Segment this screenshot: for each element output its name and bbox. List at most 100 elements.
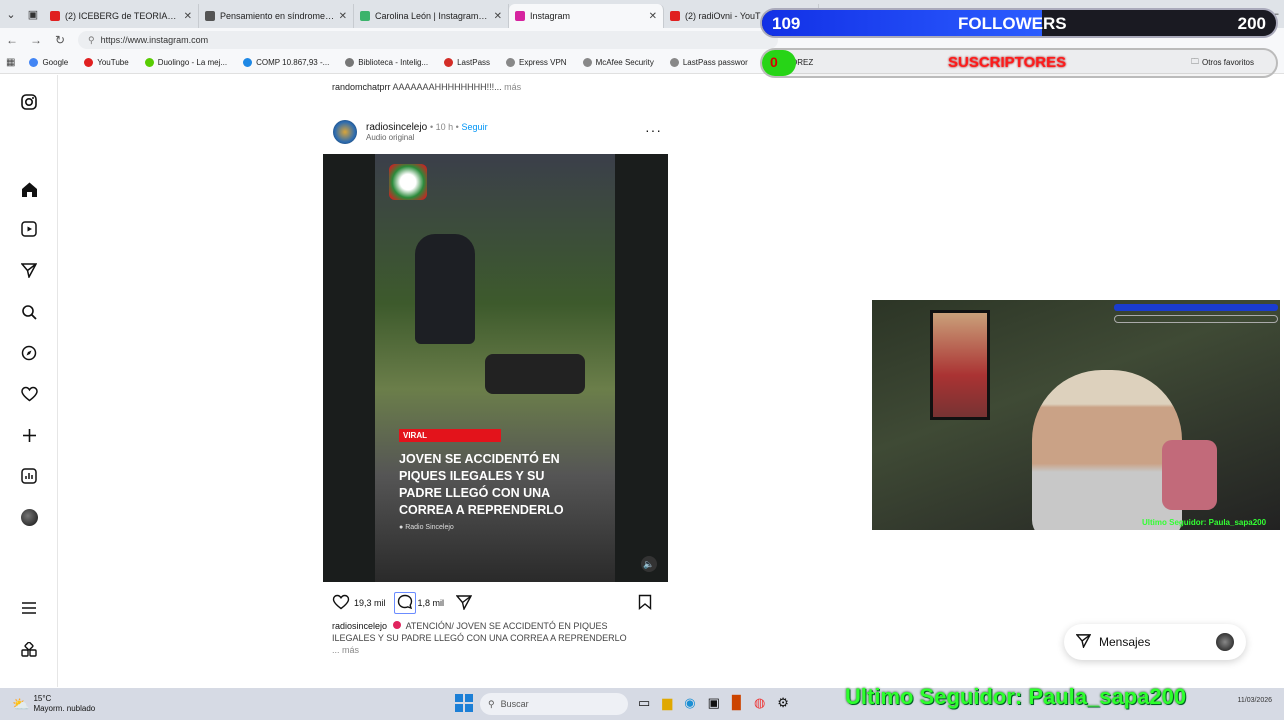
cam-last-follower: Ultimo Seguidor: Paula_sapa200	[1142, 518, 1267, 527]
followers-bar: 109 FOLLOWERS 200	[760, 8, 1278, 38]
video-figure	[415, 234, 475, 344]
tab-title: Instagram	[530, 11, 571, 21]
caption-username[interactable]: randomchatprr	[332, 82, 391, 92]
home-icon[interactable]	[19, 179, 39, 199]
direct-messages-icon	[1075, 633, 1092, 651]
dashboard-icon[interactable]	[19, 466, 39, 486]
taskbar-search[interactable]: ⚲ Buscar	[480, 693, 628, 715]
also-from-meta-icon[interactable]	[19, 640, 39, 660]
post-options-icon[interactable]: ···	[645, 122, 662, 138]
post-header: radiosincelejo • 10 h • Seguir Audio ori…	[366, 122, 488, 142]
post-audio[interactable]: Audio original	[366, 133, 488, 142]
share-icon[interactable]	[455, 594, 473, 612]
url-field[interactable]: ⚲ https://www.instagram.com	[78, 31, 778, 49]
followers-goal: 200	[1237, 14, 1266, 33]
browser-tab[interactable]: Carolina León | Instagram | Linkt ✕	[354, 4, 509, 28]
bookmark-item[interactable]: COMP 10.867,93 -...	[243, 58, 329, 67]
bookmark-item[interactable]: Duolingo - La mej...	[144, 58, 227, 67]
post-username[interactable]: radiosincelejo	[366, 122, 427, 133]
bookmark-label: McAfee Security	[595, 58, 654, 67]
file-explorer-icon[interactable]: ▆	[662, 695, 672, 711]
tab-title: Pensamiento en síndrome de Do	[220, 11, 335, 21]
bookmark-label: YouTube	[97, 58, 129, 67]
previous-post-caption: randomchatprr AAAAAAAHHHHHHHH!!!... más	[332, 82, 521, 92]
comment-icon[interactable]	[393, 592, 416, 614]
comments-count[interactable]: 1,8 mil	[418, 598, 445, 608]
bookmark-item[interactable]: LastPass	[444, 58, 490, 67]
browser-tab[interactable]: Pensamiento en síndrome de Do ✕	[199, 4, 354, 28]
back-icon[interactable]: ←	[0, 33, 24, 47]
instagram-logo-icon[interactable]	[19, 92, 39, 112]
chrome-icon[interactable]: ◍	[754, 695, 765, 711]
tab-close-icon[interactable]: ✕	[494, 11, 502, 22]
messages-button[interactable]: Mensajes	[1064, 624, 1246, 660]
bookmark-favicon-icon	[506, 58, 516, 67]
forward-icon[interactable]: →	[24, 33, 48, 47]
bookmark-favicon-icon	[84, 58, 94, 67]
more-menu-icon[interactable]	[19, 598, 39, 618]
browser-tab[interactable]: (2) ICEBERG de TEORIAS IMPACTA ✕	[44, 4, 199, 28]
post-video[interactable]: VIRAL JOVEN SE ACCIDENTÓ EN PIQUES ILEGA…	[323, 154, 668, 582]
url-text: https://www.instagram.com	[100, 35, 209, 45]
tab-close-icon[interactable]: ✕	[339, 11, 347, 22]
bookmark-item[interactable]: Express VPN	[506, 58, 567, 67]
save-bookmark-icon[interactable]	[638, 594, 652, 612]
bookmark-favicon-icon	[345, 58, 355, 67]
store-icon[interactable]: ▣	[708, 695, 720, 711]
direct-messages-icon[interactable]	[19, 260, 39, 280]
followers-label: FOLLOWERS	[958, 14, 1067, 33]
instagram-sidebar	[0, 75, 58, 687]
site-info-icon[interactable]: ⚲	[88, 35, 95, 46]
subscribers-label: SUSCRIPTORES	[948, 54, 1067, 71]
post-caption: radiosincelejo ATENCIÓN/ JOVEN SE ACCIDE…	[332, 620, 642, 656]
search-icon[interactable]	[19, 302, 39, 322]
tab-title: (2) ICEBERG de TEORIAS IMPACTA	[65, 11, 180, 21]
browser-tab[interactable]: Instagram ✕	[509, 4, 664, 28]
settings-icon[interactable]: ⚙	[777, 695, 789, 711]
caption-more-link[interactable]: más	[504, 82, 521, 92]
reload-icon[interactable]: ↻	[48, 33, 72, 47]
edge-icon[interactable]: ◉	[684, 695, 695, 711]
bookmark-item[interactable]: McAfee Security	[582, 58, 654, 67]
cam-followers-bar	[1114, 304, 1278, 311]
bookmark-label: COMP 10.867,93 -...	[256, 58, 330, 67]
tab-close-icon[interactable]: ✕	[184, 11, 192, 22]
weather-temp: 15°C	[33, 694, 52, 703]
caption-username[interactable]: radiosincelejo	[332, 621, 387, 631]
likes-count[interactable]: 19,3 mil	[354, 598, 386, 608]
create-plus-icon[interactable]	[19, 425, 39, 445]
bookmark-item[interactable]: LastPass passwor	[669, 58, 748, 67]
follow-button[interactable]: Seguir	[462, 122, 488, 132]
bookmark-favicon-icon	[243, 58, 253, 67]
pdf-icon[interactable]: ▉	[732, 695, 742, 711]
profile-avatar[interactable]	[19, 507, 39, 527]
like-heart-icon[interactable]	[332, 594, 350, 612]
apps-icon[interactable]: ▦	[6, 57, 15, 68]
post-author-avatar[interactable]	[333, 120, 357, 144]
bookmark-item[interactable]: Google	[29, 58, 68, 67]
notifications-heart-icon[interactable]	[19, 384, 39, 404]
bookmark-item[interactable]: YouTube	[84, 58, 129, 67]
explore-icon[interactable]	[19, 343, 39, 363]
messages-avatar	[1216, 633, 1234, 651]
bookmark-label: Google	[42, 58, 69, 67]
stream-overlay: 109 FOLLOWERS 200 0 SUSCRIPTORES	[760, 8, 1278, 78]
bookmark-label: Express VPN	[519, 58, 567, 67]
subscribers-count: 0	[770, 54, 778, 70]
taskbar-apps: ▭ ▆ ◉ ▣ ▉ ◍ ⚙	[638, 695, 789, 711]
followers-count: 109	[772, 14, 801, 33]
tab-list-icon[interactable]: ⌄	[0, 0, 22, 28]
weather-widget[interactable]: ⛅ 15°C Mayorm. nublado	[12, 694, 95, 714]
mute-icon[interactable]: 🔈	[641, 556, 657, 572]
webcam-feed: Ultimo Seguidor: Paula_sapa200	[872, 300, 1280, 530]
caption-more-link[interactable]: ... más	[332, 644, 642, 656]
video-headline: JOVEN SE ACCIDENTÓ EN PIQUES ILEGALES Y …	[399, 452, 564, 517]
tab-title: Carolina León | Instagram | Linkt	[375, 11, 490, 21]
bookmark-item[interactable]: Biblioteca - Intelig...	[345, 58, 428, 67]
reels-icon[interactable]	[19, 219, 39, 239]
task-view-icon[interactable]: ▭	[638, 695, 650, 711]
workspace-icon[interactable]: ▣	[22, 0, 44, 28]
tab-close-icon[interactable]: ✕	[649, 11, 657, 22]
radio-sincelejo-logo-icon	[389, 164, 427, 200]
windows-start-icon[interactable]	[455, 694, 473, 712]
